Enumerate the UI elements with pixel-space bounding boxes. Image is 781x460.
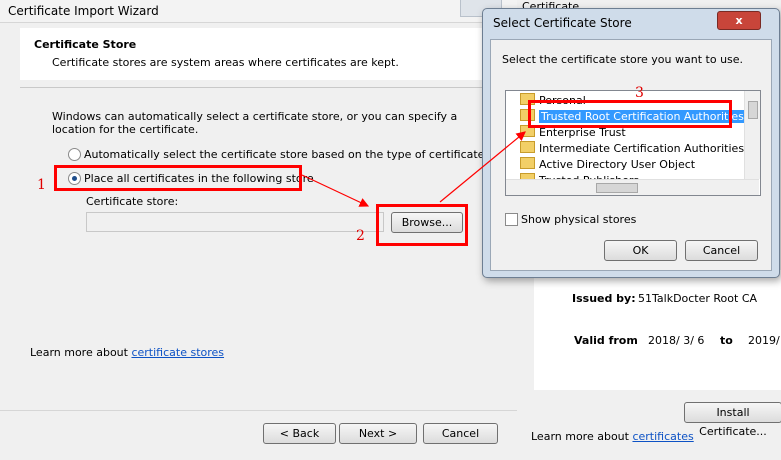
arrow-1-to-2 (301, 174, 370, 207)
arrow-2-to-3 (439, 131, 526, 203)
annotation-arrows (301, 131, 526, 207)
